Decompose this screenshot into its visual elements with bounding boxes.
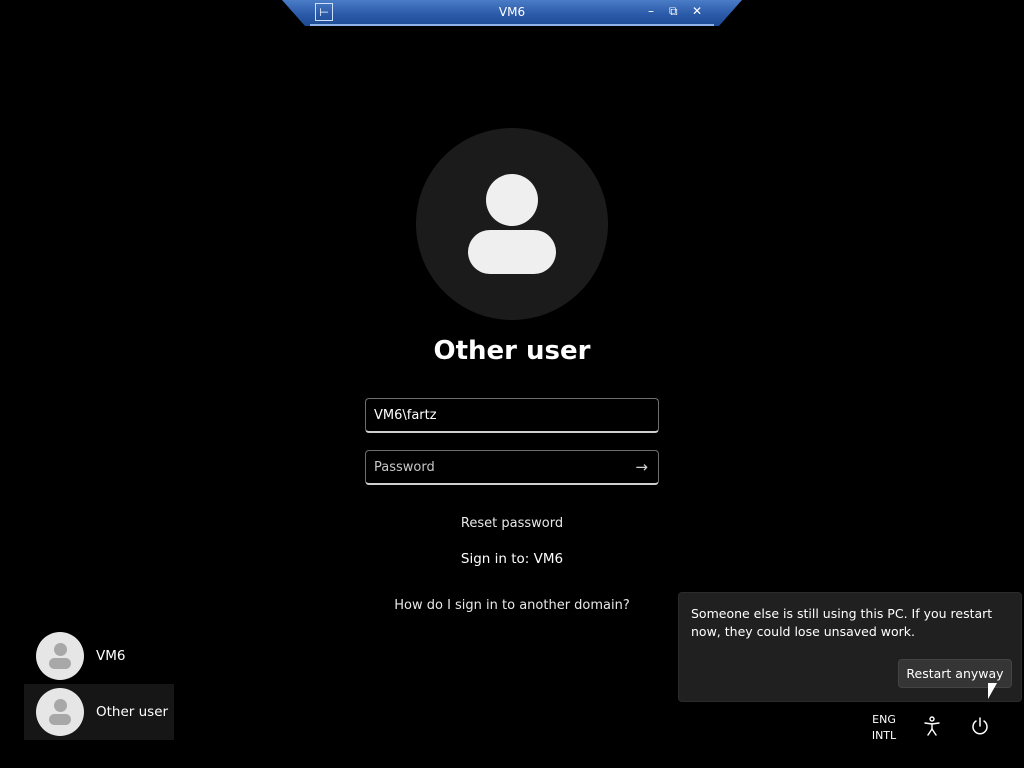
sign-in-to-text: Sign in to: VM6 <box>460 551 564 567</box>
arrow-right-icon[interactable]: → <box>635 458 648 476</box>
password-field[interactable]: Password → <box>365 450 659 485</box>
user-list-item-vm6[interactable]: VM6 <box>24 628 174 684</box>
user-name: Other user <box>96 704 169 720</box>
power-icon[interactable] <box>969 715 991 737</box>
avatar-head <box>486 174 538 226</box>
username-value: VM6\fartz <box>374 407 437 423</box>
other-domain-link[interactable]: How do I sign in to another domain? <box>312 598 712 613</box>
mouse-cursor <box>988 683 997 699</box>
avatar <box>36 632 84 680</box>
restart-warning-flyout: Someone else is still using this PC. If … <box>678 592 1022 702</box>
avatar-body <box>468 230 556 274</box>
connection-bar: ⊢ VM6 – ⧉ ✕ <box>282 0 742 26</box>
language-code: ENG <box>872 713 896 726</box>
reset-password-link[interactable]: Reset password <box>312 516 712 531</box>
page-title: Other user <box>433 336 591 366</box>
username-field[interactable]: VM6\fartz <box>365 398 659 433</box>
accessibility-icon[interactable] <box>921 715 943 737</box>
user-list-item-other-user[interactable]: Other user <box>24 684 174 740</box>
user-avatar <box>416 128 608 320</box>
avatar <box>36 688 84 736</box>
password-placeholder: Password <box>374 459 435 475</box>
language-indicator[interactable]: ENG INTL <box>866 712 902 744</box>
minimize-icon[interactable]: – <box>648 4 654 18</box>
restore-icon[interactable]: ⧉ <box>669 4 678 19</box>
keyboard-layout: INTL <box>871 729 897 742</box>
user-name: VM6 <box>96 648 126 664</box>
flyout-message: Someone else is still using this PC. If … <box>691 606 993 639</box>
close-icon[interactable]: ✕ <box>692 4 702 18</box>
